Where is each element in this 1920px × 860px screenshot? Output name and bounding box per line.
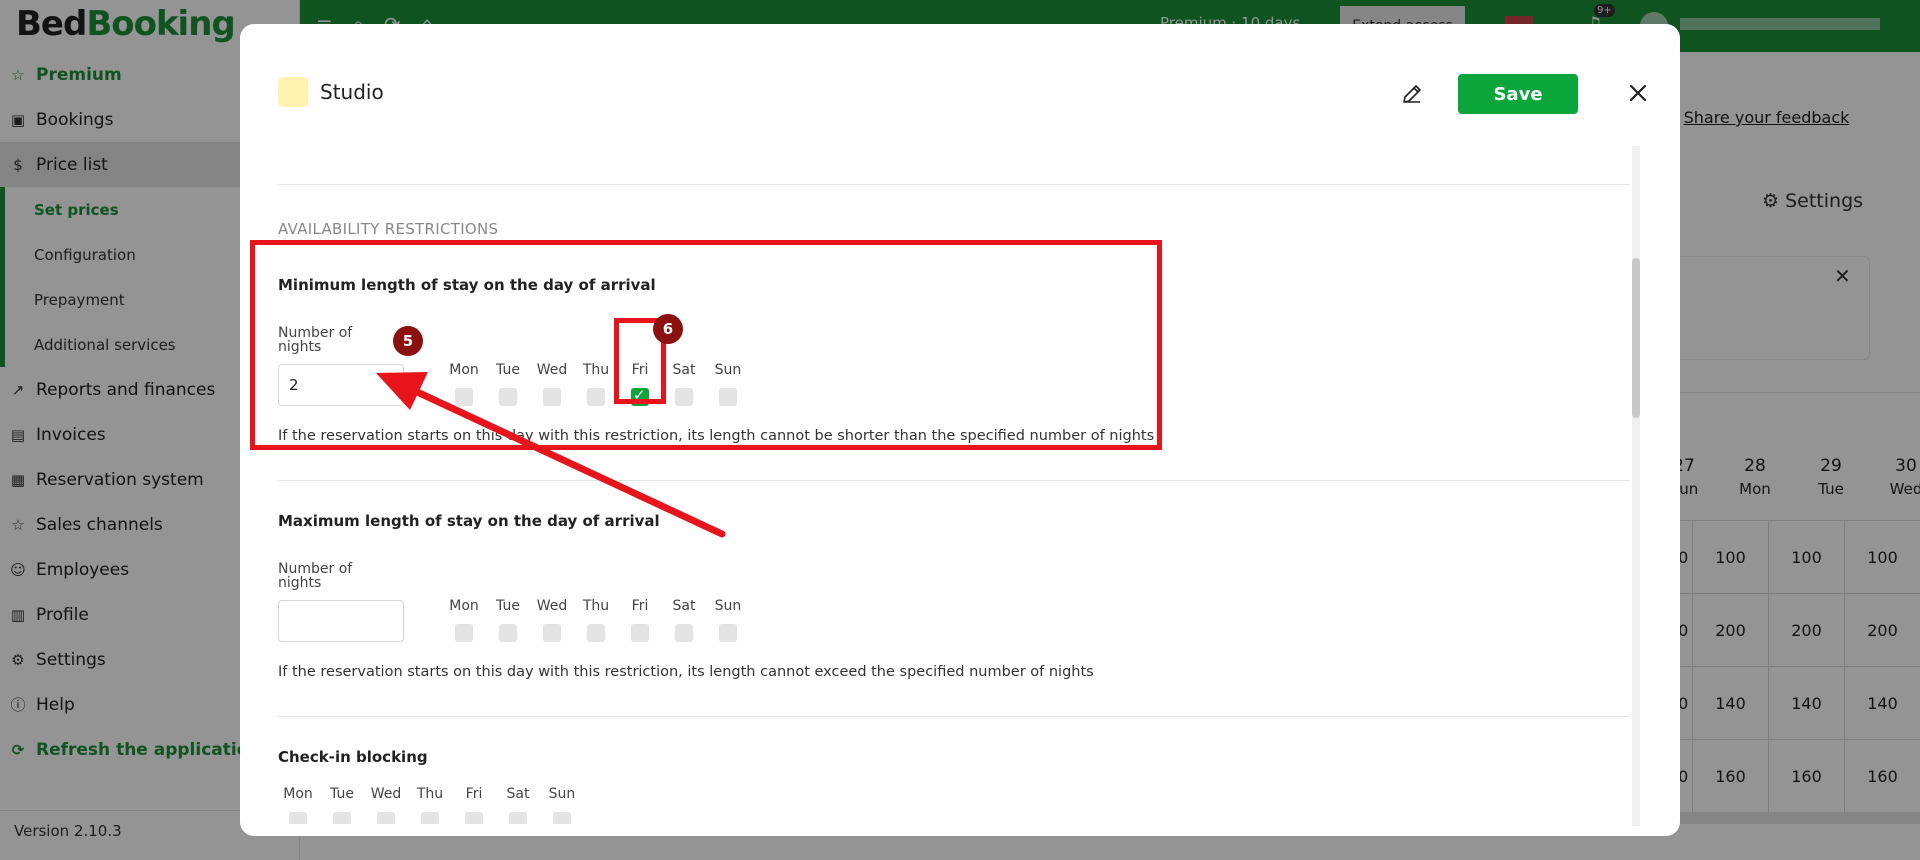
annotation-arrow	[376, 372, 726, 538]
